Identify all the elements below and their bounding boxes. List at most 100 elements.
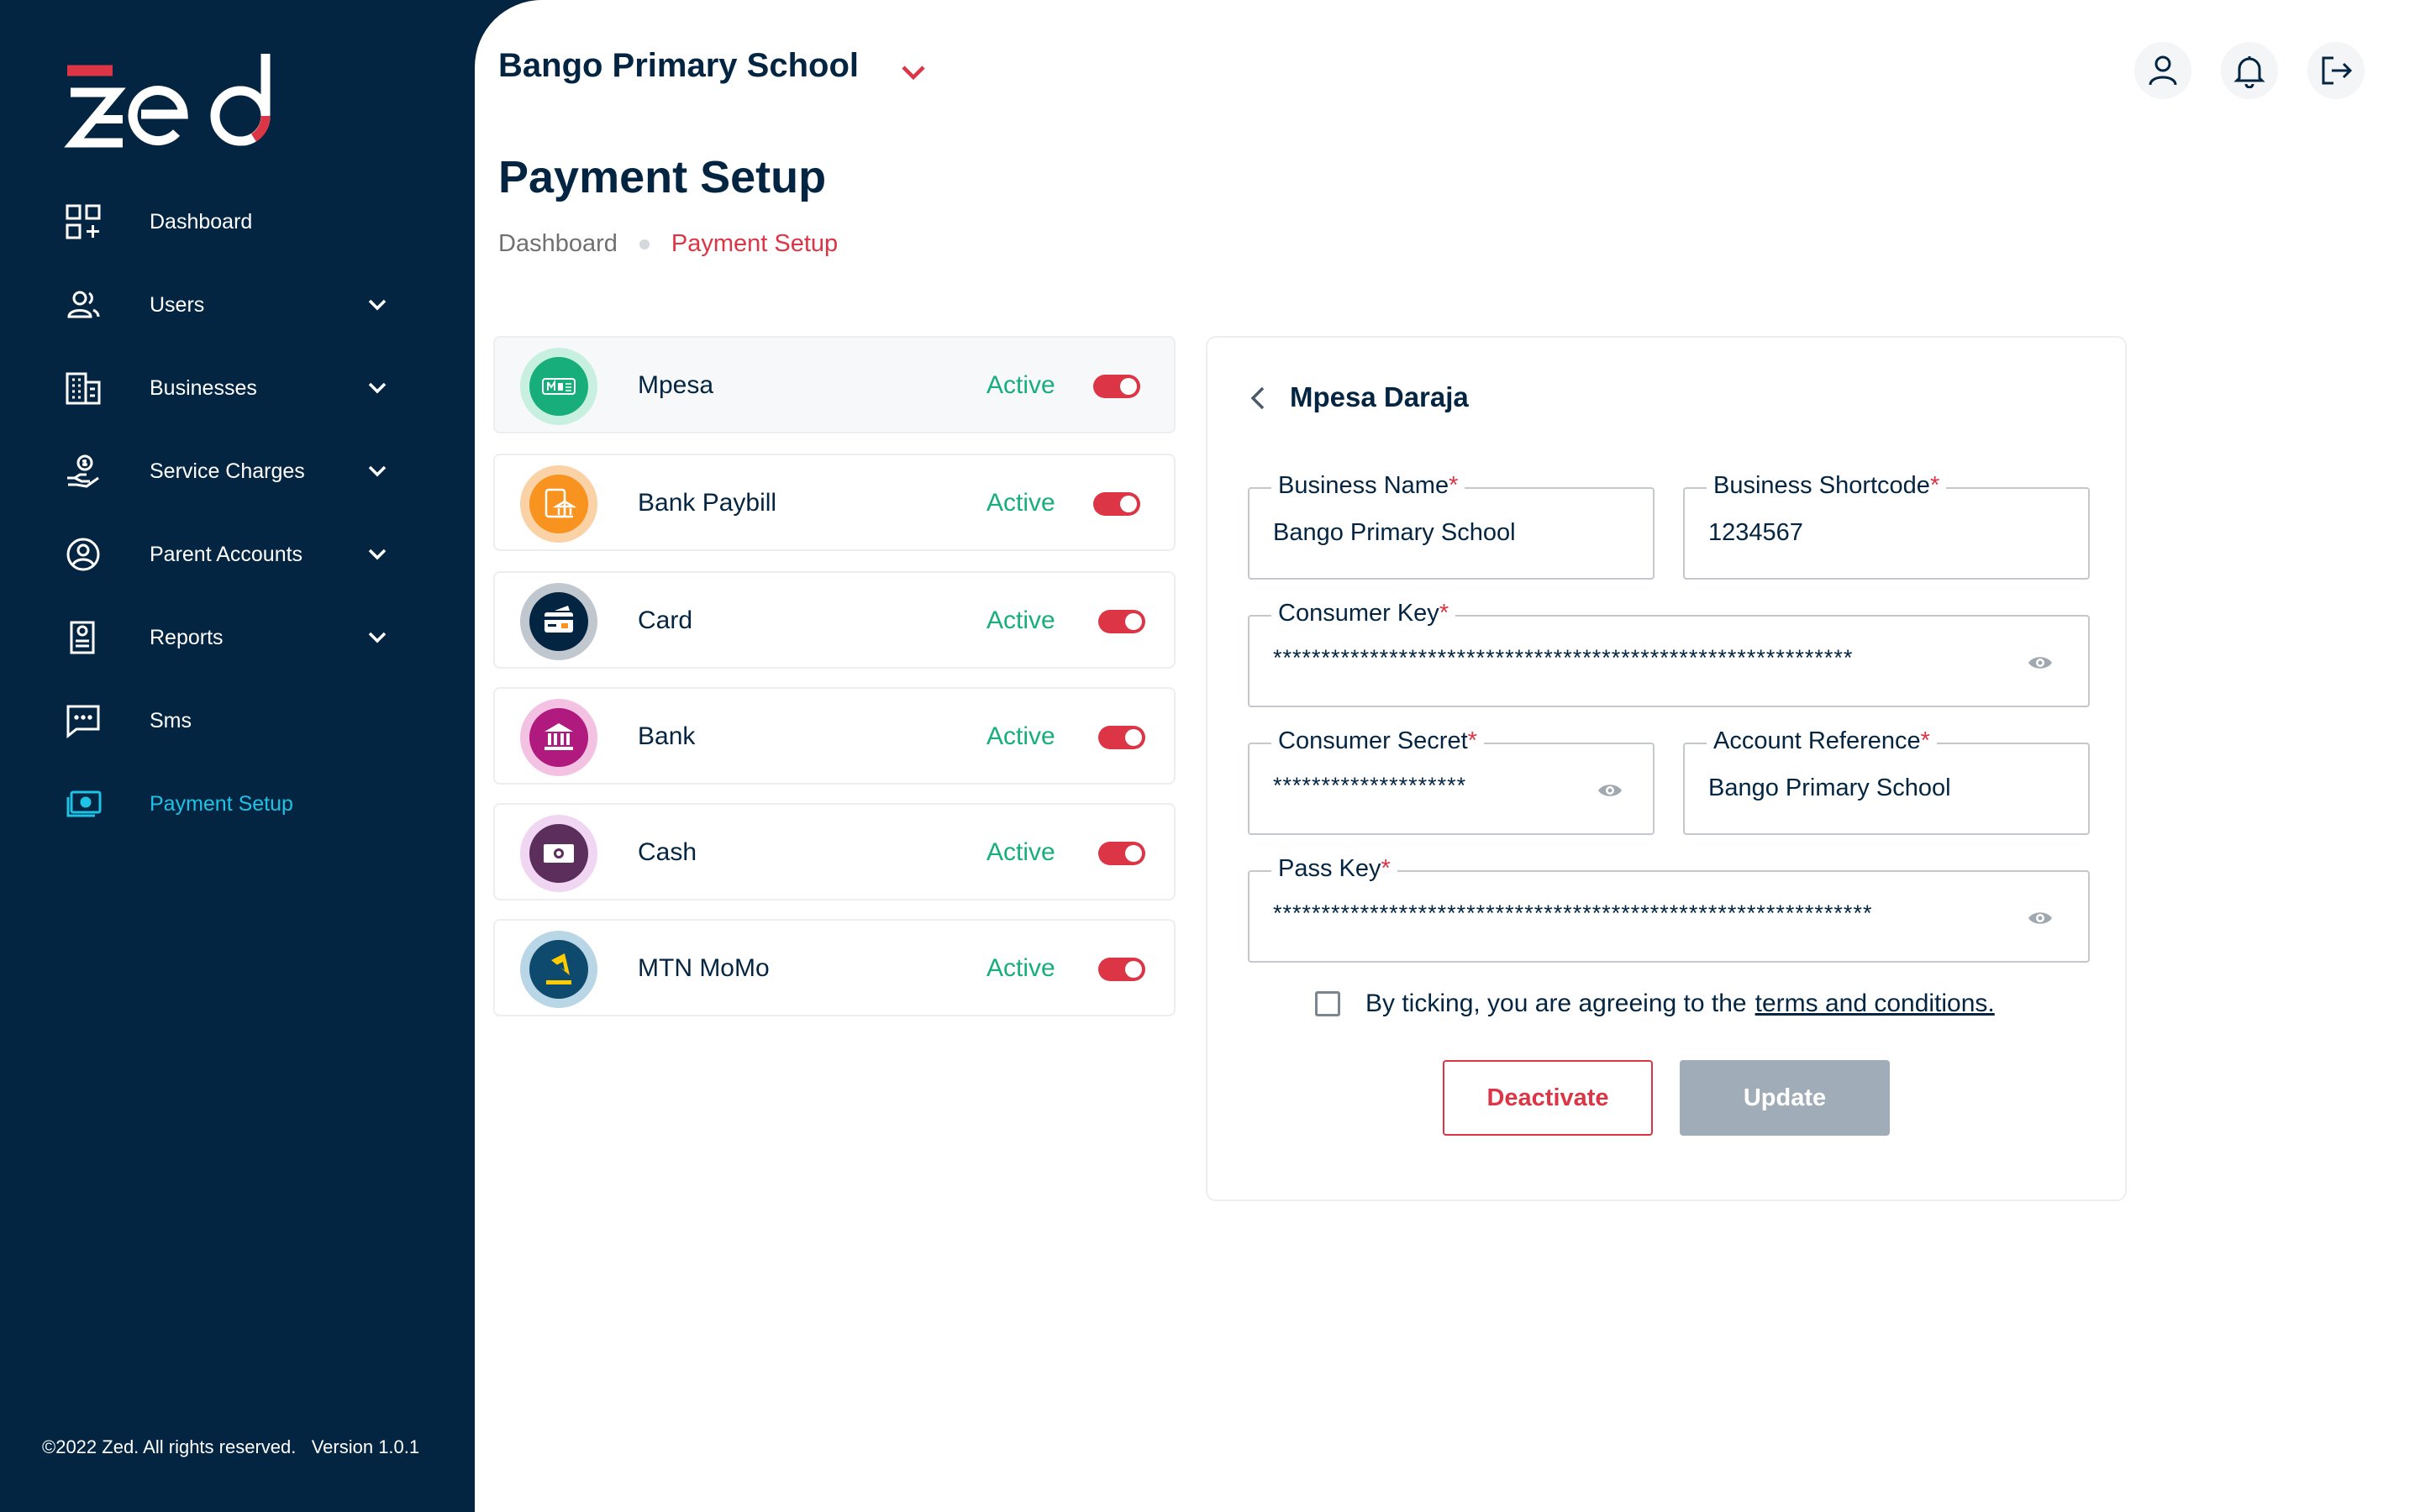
school-name[interactable]: Bango Primary School: [498, 47, 859, 85]
account-reference-field[interactable]: Account Reference* Bango Primary School: [1683, 727, 2090, 835]
businesses-icon: [64, 369, 103, 407]
sidebar-item-label: Businesses: [150, 375, 257, 400]
field-label: Business Name*: [1271, 472, 1465, 500]
logout-icon[interactable]: [2307, 42, 2365, 99]
pass-key-field[interactable]: Pass Key* ******************************…: [1248, 855, 2090, 963]
update-button[interactable]: Update: [1680, 1060, 1890, 1136]
sidebar-item-label: Parent Accounts: [150, 542, 303, 566]
card-icon: [520, 583, 597, 660]
payment-method-mpesa[interactable]: Mpesa Active: [493, 336, 1176, 433]
breadcrumb: Dashboard Payment Setup: [498, 230, 838, 258]
service-charges-icon: [64, 452, 103, 491]
breadcrumb-separator: [639, 239, 650, 249]
status-badge: Active: [986, 371, 1055, 399]
status-badge: Active: [986, 606, 1055, 634]
sidebar-item-parent-accounts[interactable]: Parent Accounts: [64, 529, 400, 580]
pass-key-input[interactable]: ****************************************…: [1273, 900, 1872, 927]
zed-logo: [64, 54, 271, 148]
field-label: Account Reference*: [1707, 727, 1937, 755]
consumer-secret-field[interactable]: Consumer Secret* ********************: [1248, 727, 1655, 835]
consumer-key-field[interactable]: Consumer Key* **************************…: [1248, 600, 2090, 707]
field-label: Consumer Secret*: [1271, 727, 1484, 755]
business-name-field[interactable]: Business Name* Bango Primary School: [1248, 472, 1655, 580]
chevron-down-icon[interactable]: [365, 542, 390, 567]
sidebar-item-label: Sms: [150, 708, 192, 732]
status-toggle[interactable]: [1093, 375, 1140, 398]
main-content: Bango Primary School Payment Setup Dashb…: [475, 0, 2420, 1512]
deactivate-button[interactable]: Deactivate: [1443, 1060, 1653, 1136]
bank-icon: [520, 699, 597, 776]
sidebar-item-service-charges[interactable]: Service Charges: [64, 446, 400, 496]
sidebar-item-payment-setup[interactable]: Payment Setup: [64, 779, 400, 829]
breadcrumb-item-dashboard[interactable]: Dashboard: [498, 230, 618, 258]
payment-method-name: Card: [638, 606, 693, 634]
status-badge: Active: [986, 722, 1055, 750]
terms-row: By ticking, you are agreeing to the term…: [1315, 990, 1995, 1018]
status-badge: Active: [986, 838, 1055, 866]
business-name-input[interactable]: Bango Primary School: [1273, 519, 1516, 547]
cash-icon: [520, 815, 597, 892]
sidebar-item-reports[interactable]: Reports: [64, 612, 400, 663]
footer-copyright: ©2022 Zed. All rights reserved. Version …: [42, 1436, 420, 1457]
consumer-key-input[interactable]: ****************************************…: [1273, 645, 1853, 671]
payment-details-panel: Mpesa Daraja Business Name* Bango Primar…: [1206, 336, 2127, 1201]
status-badge: Active: [986, 954, 1055, 982]
bank-paybill-icon: [520, 465, 597, 543]
sidebar-item-businesses[interactable]: Businesses: [64, 363, 400, 413]
field-label: Pass Key*: [1271, 855, 1397, 883]
terms-text: By ticking, you are agreeing to the: [1365, 990, 1747, 1017]
user-icon[interactable]: [2134, 42, 2191, 99]
sidebar-item-label: Reports: [150, 625, 224, 649]
payment-method-mtn-momo[interactable]: MTN MoMo Active: [493, 919, 1176, 1016]
sidebar-item-sms[interactable]: Sms: [64, 696, 400, 746]
payment-method-name: Cash: [638, 838, 697, 866]
dashboard-icon: [64, 202, 103, 241]
breadcrumb-item-current: Payment Setup: [671, 230, 839, 257]
business-shortcode-input[interactable]: 1234567: [1708, 519, 1803, 547]
eye-icon[interactable]: [2026, 904, 2054, 932]
payment-method-bank-paybill[interactable]: Bank Paybill Active: [493, 454, 1176, 551]
sidebar: Dashboard Users Businesses Service Charg: [0, 0, 475, 1512]
sidebar-item-label: Dashboard: [150, 209, 253, 234]
terms-link[interactable]: terms and conditions.: [1755, 990, 1995, 1018]
sidebar-item-users[interactable]: Users: [64, 280, 400, 330]
payment-method-name: Bank: [638, 722, 696, 750]
payment-method-name: Bank Paybill: [638, 489, 777, 517]
mtn-momo-icon: [520, 931, 597, 1008]
field-label: Business Shortcode*: [1707, 472, 1947, 500]
panel-title: Mpesa Daraja: [1290, 381, 1469, 412]
eye-icon[interactable]: [1596, 776, 1624, 805]
status-toggle[interactable]: [1098, 842, 1145, 865]
sms-icon: [64, 701, 103, 740]
parent-accounts-icon: [64, 535, 103, 574]
payment-method-bank[interactable]: Bank Active: [493, 687, 1176, 785]
chevron-down-icon[interactable]: [365, 459, 390, 484]
status-toggle[interactable]: [1093, 492, 1140, 516]
sidebar-item-label: Users: [150, 292, 205, 317]
sidebar-item-label: Payment Setup: [150, 791, 293, 816]
chevron-down-icon[interactable]: [897, 55, 930, 89]
payment-method-cash[interactable]: Cash Active: [493, 803, 1176, 900]
terms-checkbox[interactable]: [1315, 991, 1340, 1016]
payment-method-card[interactable]: Card Active: [493, 571, 1176, 669]
chevron-down-icon[interactable]: [365, 625, 390, 650]
status-toggle[interactable]: [1098, 958, 1145, 981]
payment-method-name: MTN MoMo: [638, 954, 770, 982]
eye-icon[interactable]: [2026, 648, 2054, 677]
page-title: Payment Setup: [498, 152, 827, 202]
back-chevron-icon[interactable]: [1241, 381, 1275, 415]
consumer-secret-input[interactable]: ********************: [1273, 773, 1466, 799]
account-reference-input[interactable]: Bango Primary School: [1708, 774, 1951, 802]
reports-icon: [64, 618, 103, 657]
bell-icon[interactable]: [2221, 42, 2278, 99]
status-toggle[interactable]: [1098, 726, 1145, 749]
sidebar-item-dashboard[interactable]: Dashboard: [64, 197, 400, 247]
status-badge: Active: [986, 489, 1055, 517]
chevron-down-icon[interactable]: [365, 375, 390, 401]
payment-method-name: Mpesa: [638, 371, 714, 399]
sidebar-item-label: Service Charges: [150, 459, 305, 483]
status-toggle[interactable]: [1098, 610, 1145, 633]
mpesa-icon: [520, 348, 597, 425]
chevron-down-icon[interactable]: [365, 292, 390, 318]
business-shortcode-field[interactable]: Business Shortcode* 1234567: [1683, 472, 2090, 580]
